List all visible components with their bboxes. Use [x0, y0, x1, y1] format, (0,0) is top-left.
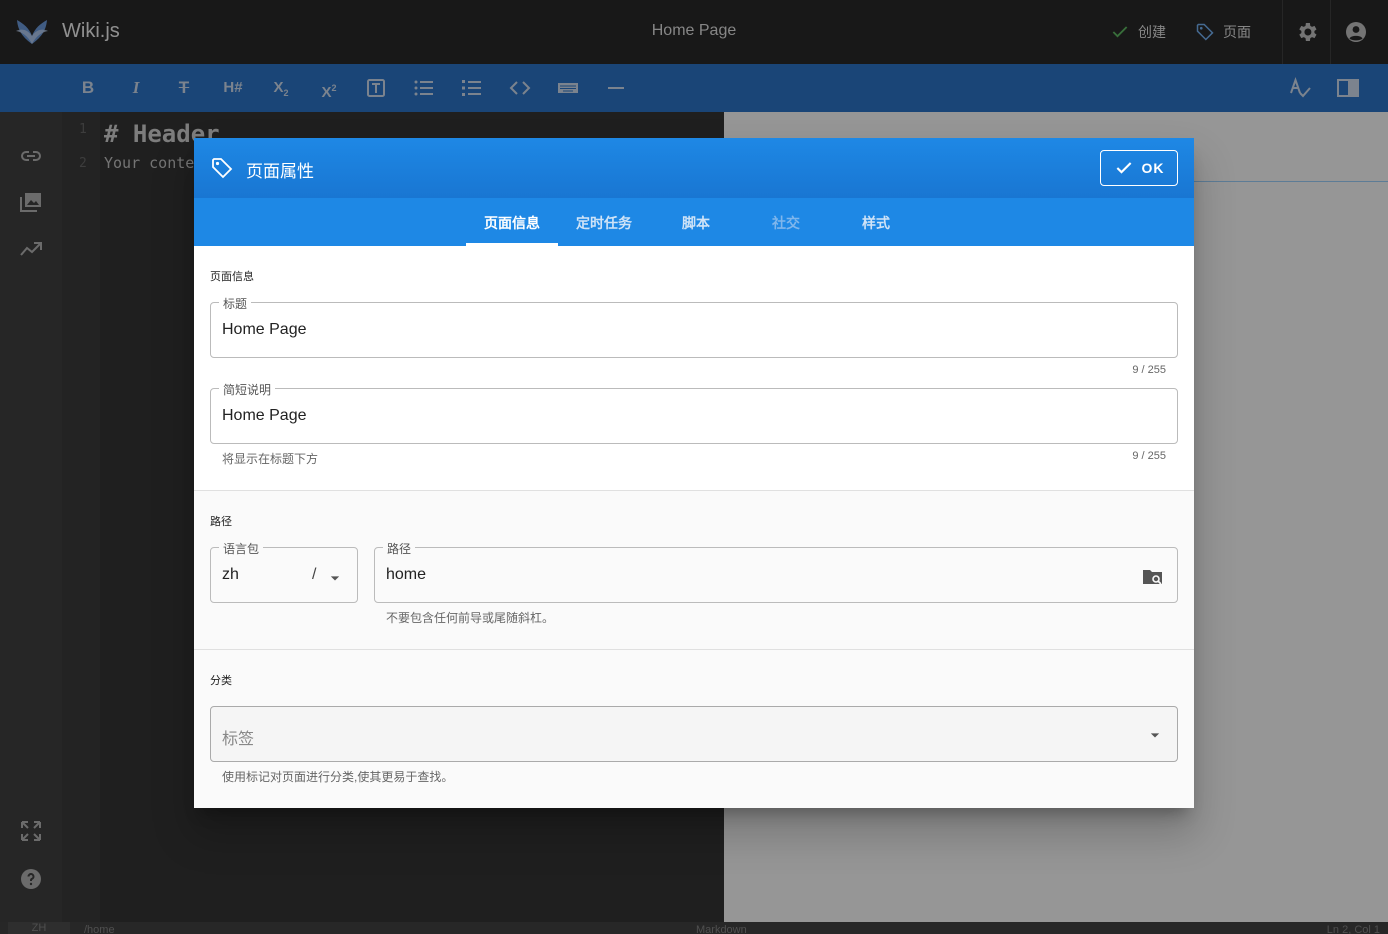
description-input[interactable]: Home Page	[222, 407, 307, 425]
chevron-down-icon	[1150, 733, 1160, 738]
tags-placeholder: 标签	[222, 731, 255, 748]
char-counter: 9 / 255	[1132, 364, 1166, 376]
section-label: 页面信息	[210, 271, 254, 283]
tab-styles[interactable]: 样式	[830, 198, 922, 246]
ok-button[interactable]: OK	[1100, 150, 1178, 186]
info-section: 页面信息 标题 Home Page 9 / 255 简短说明 Home Page…	[194, 246, 1194, 490]
tab-scheduling[interactable]: 定时任务	[558, 198, 650, 246]
ok-label: OK	[1141, 160, 1165, 176]
path-field[interactable]: 路径 home	[374, 540, 1178, 603]
tag-icon	[212, 158, 233, 179]
folder-search-icon[interactable]	[1141, 565, 1165, 589]
tab-page-info[interactable]: 页面信息	[466, 198, 558, 246]
title-field[interactable]: 标题 Home Page	[210, 295, 1178, 358]
char-counter: 9 / 255	[1132, 450, 1166, 462]
locale-value: zh	[222, 566, 239, 583]
field-legend: 语言包	[219, 540, 264, 557]
field-hint: 使用标记对页面进行分类,使其更易于查找。	[222, 770, 454, 784]
field-legend: 简短说明	[219, 381, 276, 398]
categorization-section: 分类 标签 使用标记对页面进行分类,使其更易于查找。	[194, 650, 1194, 808]
tags-field[interactable]: 标签	[210, 706, 1178, 762]
chevron-down-icon	[330, 576, 340, 581]
tab-social: 社交	[772, 215, 800, 231]
field-legend: 路径	[383, 540, 416, 557]
page-properties-dialog: 页面属性 OK 页面信息 定时任务 脚本 社交 样式 页面信息 标题 Home …	[194, 138, 1194, 808]
section-label: 路径	[210, 516, 232, 528]
field-legend: 标题	[219, 295, 252, 312]
dialog-header: 页面属性 OK	[194, 138, 1194, 198]
locale-select[interactable]: 语言包 zh /	[210, 540, 358, 603]
field-hint: 将显示在标题下方	[222, 452, 319, 466]
field-hint: 不要包含任何前导或尾随斜杠。	[386, 611, 555, 625]
path-section: 路径 语言包 zh / 路径 home 不要包含任何前导或尾随斜杠。	[194, 491, 1194, 649]
path-input[interactable]: home	[386, 566, 426, 584]
section-label: 分类	[210, 675, 232, 687]
check-icon	[1116, 162, 1131, 174]
dialog-title: 页面属性	[246, 162, 314, 181]
dialog-tabs: 页面信息 定时任务 脚本 社交 样式	[194, 198, 1194, 246]
title-input[interactable]: Home Page	[222, 321, 307, 339]
path-separator: /	[312, 566, 317, 583]
description-field[interactable]: 简短说明 Home Page	[210, 381, 1178, 444]
tab-scripts[interactable]: 脚本	[650, 198, 742, 246]
